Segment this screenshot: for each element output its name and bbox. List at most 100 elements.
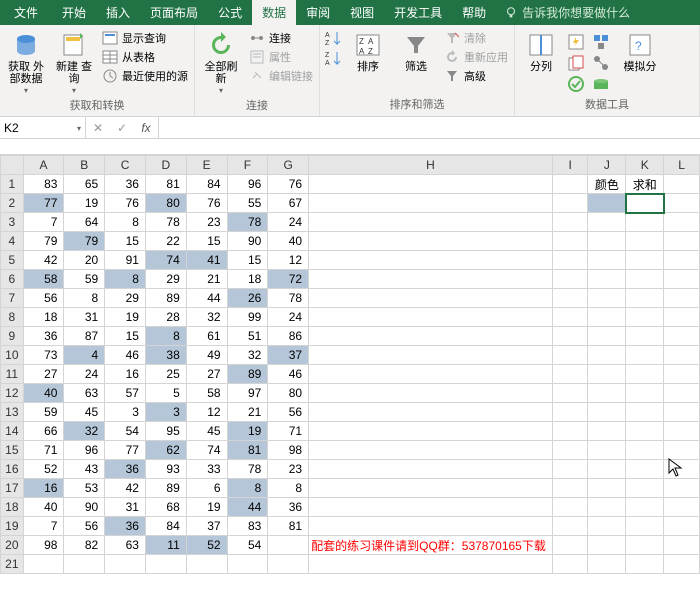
- col-head-C[interactable]: C: [105, 156, 146, 175]
- cell-F4[interactable]: 90: [227, 232, 268, 251]
- cell-E1[interactable]: 84: [186, 175, 227, 194]
- cell-E20[interactable]: 52: [186, 536, 227, 555]
- cell-A4[interactable]: 79: [23, 232, 64, 251]
- cell-G2[interactable]: 67: [268, 194, 309, 213]
- cell-B1[interactable]: 65: [64, 175, 105, 194]
- cell-C8[interactable]: 19: [105, 308, 146, 327]
- cell-I12[interactable]: [552, 384, 588, 403]
- cell-J10[interactable]: [588, 346, 626, 365]
- cell-A17[interactable]: 16: [23, 479, 64, 498]
- cell-K1[interactable]: 求和: [626, 175, 664, 194]
- cell-L5[interactable]: [664, 251, 700, 270]
- cell-H17[interactable]: [309, 479, 553, 498]
- chevron-down-icon[interactable]: ▾: [77, 124, 81, 133]
- col-head-F[interactable]: F: [227, 156, 268, 175]
- cell-F17[interactable]: 8: [227, 479, 268, 498]
- cell-F7[interactable]: 26: [227, 289, 268, 308]
- cell-I17[interactable]: [552, 479, 588, 498]
- cell-B21[interactable]: [64, 555, 105, 574]
- row-head-14[interactable]: 14: [1, 422, 24, 441]
- row-head-20[interactable]: 20: [1, 536, 24, 555]
- cell-D7[interactable]: 89: [145, 289, 186, 308]
- col-head-G[interactable]: G: [268, 156, 309, 175]
- cell-A12[interactable]: 40: [23, 384, 64, 403]
- cell-D17[interactable]: 89: [145, 479, 186, 498]
- manage-data-model-icon[interactable]: [592, 75, 610, 93]
- cell-J13[interactable]: [588, 403, 626, 422]
- cell-G6[interactable]: 72: [268, 270, 309, 289]
- cell-E15[interactable]: 74: [186, 441, 227, 460]
- cell-C12[interactable]: 57: [105, 384, 146, 403]
- tab-视图[interactable]: 视图: [340, 0, 384, 25]
- cell-B8[interactable]: 31: [64, 308, 105, 327]
- cell-A19[interactable]: 7: [23, 517, 64, 536]
- cell-H16[interactable]: [309, 460, 553, 479]
- row-head-5[interactable]: 5: [1, 251, 24, 270]
- cell-J16[interactable]: [588, 460, 626, 479]
- cell-L15[interactable]: [664, 441, 700, 460]
- cell-K7[interactable]: [626, 289, 664, 308]
- cell-B12[interactable]: 63: [64, 384, 105, 403]
- cell-B5[interactable]: 20: [64, 251, 105, 270]
- cell-L4[interactable]: [664, 232, 700, 251]
- cell-G13[interactable]: 56: [268, 403, 309, 422]
- cell-B18[interactable]: 90: [64, 498, 105, 517]
- cell-L21[interactable]: [664, 555, 700, 574]
- cell-A16[interactable]: 52: [23, 460, 64, 479]
- cell-A11[interactable]: 27: [23, 365, 64, 384]
- row-head-6[interactable]: 6: [1, 270, 24, 289]
- cell-H1[interactable]: [309, 175, 553, 194]
- cell-I1[interactable]: [552, 175, 588, 194]
- cell-F16[interactable]: 78: [227, 460, 268, 479]
- cell-L10[interactable]: [664, 346, 700, 365]
- cell-J7[interactable]: [588, 289, 626, 308]
- cell-E21[interactable]: [186, 555, 227, 574]
- cell-A2[interactable]: 77: [23, 194, 64, 213]
- row-head-10[interactable]: 10: [1, 346, 24, 365]
- cell-G7[interactable]: 78: [268, 289, 309, 308]
- row-head-18[interactable]: 18: [1, 498, 24, 517]
- cell-F18[interactable]: 44: [227, 498, 268, 517]
- tab-开始[interactable]: 开始: [52, 0, 96, 25]
- cell-J5[interactable]: [588, 251, 626, 270]
- cell-L19[interactable]: [664, 517, 700, 536]
- cell-L14[interactable]: [664, 422, 700, 441]
- name-box-input[interactable]: [4, 121, 64, 135]
- cell-J2[interactable]: [588, 194, 626, 213]
- col-head-B[interactable]: B: [64, 156, 105, 175]
- cancel-formula-button[interactable]: ✕: [86, 121, 110, 135]
- cell-K5[interactable]: [626, 251, 664, 270]
- cell-F19[interactable]: 83: [227, 517, 268, 536]
- cell-J9[interactable]: [588, 327, 626, 346]
- cell-I13[interactable]: [552, 403, 588, 422]
- tab-审阅[interactable]: 审阅: [296, 0, 340, 25]
- cell-I7[interactable]: [552, 289, 588, 308]
- row-head-21[interactable]: 21: [1, 555, 24, 574]
- cell-K16[interactable]: [626, 460, 664, 479]
- cell-B17[interactable]: 53: [64, 479, 105, 498]
- cell-J15[interactable]: [588, 441, 626, 460]
- cell-D13[interactable]: 3: [145, 403, 186, 422]
- cell-D6[interactable]: 29: [145, 270, 186, 289]
- cell-I10[interactable]: [552, 346, 588, 365]
- row-head-17[interactable]: 17: [1, 479, 24, 498]
- cell-E17[interactable]: 6: [186, 479, 227, 498]
- cell-H10[interactable]: [309, 346, 553, 365]
- filter-button[interactable]: 筛选: [394, 29, 438, 75]
- cell-L9[interactable]: [664, 327, 700, 346]
- cell-E12[interactable]: 58: [186, 384, 227, 403]
- row-head-9[interactable]: 9: [1, 327, 24, 346]
- cell-J3[interactable]: [588, 213, 626, 232]
- recent-sources-button[interactable]: 最近使用的源: [100, 67, 190, 85]
- cell-I21[interactable]: [552, 555, 588, 574]
- cell-K2[interactable]: [626, 194, 664, 213]
- cell-H12[interactable]: [309, 384, 553, 403]
- cell-C21[interactable]: [105, 555, 146, 574]
- cell-B11[interactable]: 24: [64, 365, 105, 384]
- row-head-8[interactable]: 8: [1, 308, 24, 327]
- col-head-L[interactable]: L: [664, 156, 700, 175]
- cell-J4[interactable]: [588, 232, 626, 251]
- cell-I4[interactable]: [552, 232, 588, 251]
- cell-F10[interactable]: 32: [227, 346, 268, 365]
- cell-F21[interactable]: [227, 555, 268, 574]
